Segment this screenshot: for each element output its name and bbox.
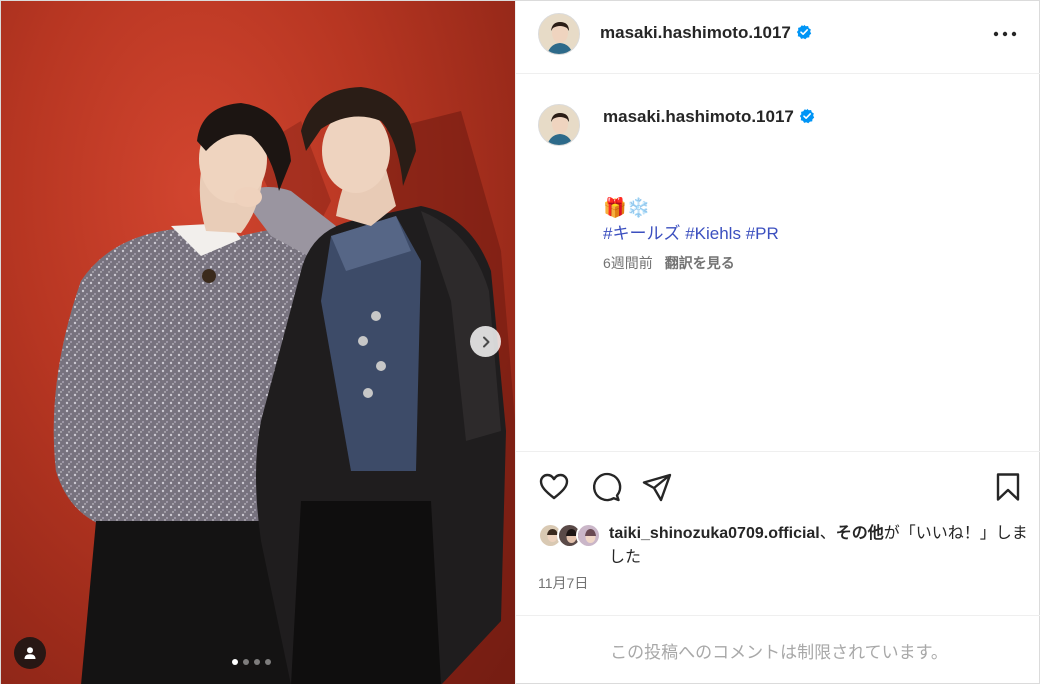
verified-badge-icon xyxy=(796,24,812,40)
translate-button[interactable]: 翻訳を見る xyxy=(665,255,735,271)
username-text[interactable]: masaki.hashimoto.1017 xyxy=(603,107,794,126)
likes-text: taiki_shinozuka0709.official、その他が「いいね！」し… xyxy=(609,522,1029,570)
carousel-dot xyxy=(265,659,271,665)
share-button[interactable] xyxy=(641,471,673,503)
more-options-button[interactable] xyxy=(990,23,1020,45)
verified-badge-icon xyxy=(799,108,815,124)
username[interactable]: masaki.hashimoto.1017 xyxy=(600,23,812,43)
share-icon xyxy=(642,473,672,502)
bookmark-icon xyxy=(996,473,1020,501)
more-options-icon xyxy=(993,31,1017,37)
heart-icon xyxy=(539,473,569,500)
post-age[interactable]: 6週間前 xyxy=(603,255,653,271)
carousel-dot xyxy=(243,659,249,665)
user-tag-icon xyxy=(24,647,36,659)
comment-icon xyxy=(592,472,622,502)
photo-illustration xyxy=(53,87,515,684)
carousel-indicator xyxy=(232,659,271,665)
avatar-image xyxy=(539,14,579,54)
like-button[interactable] xyxy=(538,471,570,503)
post-date[interactable]: 11月7日 xyxy=(538,573,588,593)
hashtag-link[interactable]: #Kiehls xyxy=(685,224,741,243)
chevron-right-icon xyxy=(482,336,489,347)
carousel-next-button[interactable] xyxy=(470,326,501,357)
username-text[interactable]: masaki.hashimoto.1017 xyxy=(600,23,791,42)
post-dialog: masaki.hashimoto.1017 masaki.hashimoto.1… xyxy=(0,0,1040,684)
comments-disabled-notice: この投稿へのコメントは制限されています。 xyxy=(516,615,1040,684)
hashtag-link[interactable]: #PR xyxy=(746,224,779,243)
save-button[interactable] xyxy=(992,471,1024,503)
post-image[interactable] xyxy=(1,1,515,684)
avatar-image xyxy=(539,105,579,145)
avatar[interactable] xyxy=(538,13,580,55)
caption-meta: 6週間前 翻訳を見る xyxy=(603,253,779,273)
liker-avatars[interactable] xyxy=(538,523,602,549)
likes-others-link[interactable]: その他 xyxy=(836,525,884,542)
carousel-dot xyxy=(232,659,238,665)
caption-username[interactable]: masaki.hashimoto.1017 xyxy=(603,107,815,127)
liker-username[interactable]: taiki_shinozuka0709.official xyxy=(609,525,820,542)
caption-body: 🎁❄️ #キールズ #Kiehls #PR 6週間前 翻訳を見る xyxy=(603,195,779,273)
post-header: masaki.hashimoto.1017 xyxy=(516,1,1040,74)
action-bar xyxy=(516,451,1040,511)
hashtag-link[interactable]: #キールズ xyxy=(603,224,680,243)
caption-hashtags: #キールズ #Kiehls #PR xyxy=(603,222,779,246)
avatar xyxy=(576,523,601,548)
carousel-dot xyxy=(254,659,260,665)
likes-separator: 、 xyxy=(819,525,836,542)
post-sidebar: masaki.hashimoto.1017 masaki.hashimoto.1… xyxy=(515,1,1040,684)
comment-button[interactable] xyxy=(590,471,622,503)
caption-avatar[interactable] xyxy=(538,104,580,146)
tagged-users-button[interactable] xyxy=(14,637,46,669)
caption-emojis: 🎁❄️ xyxy=(603,197,651,219)
